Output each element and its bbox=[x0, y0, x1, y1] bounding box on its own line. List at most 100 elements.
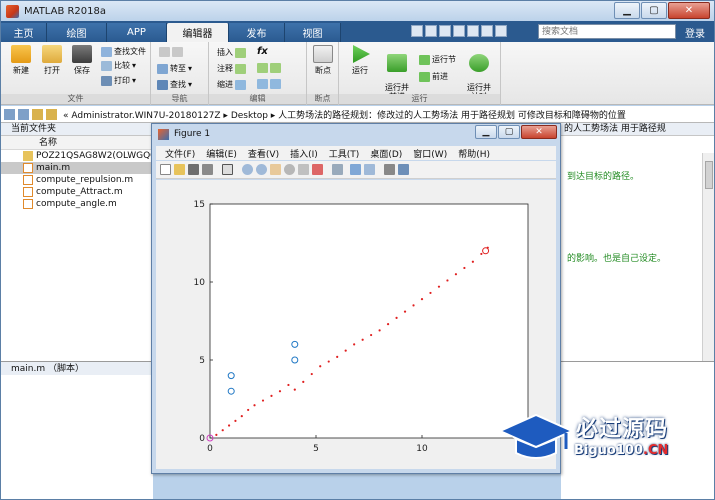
editor-scrollbar[interactable] bbox=[702, 153, 714, 361]
maximize-button[interactable]: ▢ bbox=[641, 2, 667, 19]
file-list-item[interactable]: compute_repulsion.m bbox=[1, 174, 152, 186]
code-comment-line[interactable]: 的影响。也是自己设定。 bbox=[567, 251, 666, 264]
menu-view[interactable]: 查看(V) bbox=[248, 147, 279, 160]
tab-apps[interactable]: APP bbox=[107, 23, 167, 42]
scrollbar-thumb[interactable] bbox=[705, 161, 713, 189]
find-icon bbox=[157, 79, 168, 90]
forward-arrow-icon[interactable] bbox=[18, 108, 29, 120]
file-list-item[interactable]: POZ21QSAG8W2(OLWGQC bbox=[1, 150, 156, 162]
smart-indent-button[interactable] bbox=[257, 79, 281, 89]
y-tick-label: 5 bbox=[199, 356, 205, 366]
menu-help[interactable]: 帮助(H) bbox=[458, 147, 490, 160]
uncomment-icon bbox=[270, 63, 281, 73]
menu-desktop[interactable]: 桌面(D) bbox=[370, 147, 402, 160]
folder-open-icon bbox=[42, 45, 62, 63]
up-folder-icon[interactable] bbox=[32, 108, 43, 120]
indent-button[interactable]: 缩进 bbox=[217, 79, 246, 90]
tab-plots[interactable]: 绘图 bbox=[47, 23, 107, 42]
show-plot-tools-icon[interactable] bbox=[398, 164, 409, 175]
find-button[interactable]: 查找 ▾ bbox=[157, 79, 192, 90]
zoom-out-icon[interactable] bbox=[256, 164, 267, 175]
zoom-in-icon[interactable] bbox=[242, 164, 253, 175]
advance-button[interactable]: 前进 bbox=[419, 71, 448, 82]
menu-tools[interactable]: 工具(T) bbox=[329, 147, 360, 160]
run-and-time-button[interactable]: 运行并 计时 bbox=[463, 45, 495, 101]
figure-close-button[interactable]: ✕ bbox=[521, 125, 557, 139]
print-figure-icon[interactable] bbox=[202, 164, 213, 175]
tab-home[interactable]: 主页 bbox=[1, 23, 47, 42]
rotate-3d-icon[interactable] bbox=[284, 164, 295, 175]
save-button[interactable]: 保存 bbox=[67, 45, 97, 76]
editor-tab[interactable]: 的人工势场法 用于路径规 bbox=[561, 123, 714, 136]
name-column-header[interactable]: 名称 bbox=[1, 136, 152, 150]
minimize-button[interactable]: ▁ bbox=[614, 2, 640, 19]
path-point bbox=[386, 323, 390, 326]
undo-icon[interactable] bbox=[467, 25, 479, 37]
file-list-item[interactable]: compute_angle.m bbox=[1, 198, 152, 210]
compare-button[interactable]: 比较 ▾ bbox=[101, 60, 136, 71]
new-figure-icon[interactable] bbox=[160, 164, 171, 175]
brush-icon[interactable] bbox=[312, 164, 323, 175]
open-button[interactable]: 打开 bbox=[37, 45, 67, 76]
figure-maximize-button[interactable]: ▢ bbox=[498, 125, 520, 139]
new-button[interactable]: 新建 bbox=[6, 45, 36, 76]
run-play-icon bbox=[353, 45, 370, 63]
fx-button[interactable]: fx bbox=[257, 46, 268, 57]
menu-file[interactable]: 文件(F) bbox=[165, 147, 195, 160]
run-button[interactable]: 运行 bbox=[345, 45, 375, 76]
open-file-icon[interactable] bbox=[174, 164, 185, 175]
new-file-icon bbox=[11, 45, 31, 63]
insert-button[interactable]: 插入 bbox=[217, 47, 246, 58]
percent-comment-button[interactable] bbox=[257, 63, 281, 73]
back-forward-buttons[interactable] bbox=[159, 47, 183, 57]
copy-icon[interactable] bbox=[439, 25, 451, 37]
edit-plot-arrow-icon[interactable] bbox=[222, 164, 233, 175]
path-point bbox=[437, 285, 441, 288]
menu-edit[interactable]: 编辑(E) bbox=[206, 147, 237, 160]
folder-path[interactable]: « Administrator.WIN7U-20180127Z ▸ Deskto… bbox=[63, 108, 626, 121]
menu-window[interactable]: 窗口(W) bbox=[413, 147, 447, 160]
path-point bbox=[234, 419, 237, 422]
close-button[interactable]: ✕ bbox=[668, 2, 710, 19]
code-comment-line[interactable]: 到达目标的路径。 bbox=[567, 169, 639, 182]
tab-publish[interactable]: 发布 bbox=[229, 23, 285, 42]
file-list-item[interactable]: main.m bbox=[1, 162, 152, 174]
breakpoints-button[interactable]: 断点 bbox=[308, 45, 338, 76]
file-list-item[interactable]: compute_Attract.m bbox=[1, 186, 152, 198]
figure-minimize-button[interactable]: ▁ bbox=[475, 125, 497, 139]
pan-hand-icon[interactable] bbox=[270, 164, 281, 175]
figure-icon bbox=[158, 128, 169, 140]
hide-plot-tools-icon[interactable] bbox=[384, 164, 395, 175]
link-plot-icon[interactable] bbox=[332, 164, 343, 175]
login-link[interactable]: 登录 bbox=[685, 25, 705, 40]
navigate-group-label: 导航 bbox=[151, 94, 208, 104]
run-and-advance-button[interactable]: 运行并 前进 bbox=[381, 45, 413, 101]
navigate-group: 转至 ▾ 查找 ▾ 导航 bbox=[151, 42, 209, 105]
help-icon[interactable] bbox=[495, 25, 507, 37]
tab-editor[interactable]: 编辑器 bbox=[167, 23, 229, 42]
figure-menu-bar: 文件(F) 编辑(E) 查看(V) 插入(I) 工具(T) 桌面(D) 窗口(W… bbox=[156, 146, 556, 160]
axes-box[interactable] bbox=[209, 203, 529, 439]
run-section-button[interactable]: 运行节 bbox=[419, 54, 456, 65]
search-documentation-input[interactable] bbox=[538, 24, 676, 39]
y-tick-label: 15 bbox=[194, 200, 205, 210]
save-figure-icon[interactable] bbox=[188, 164, 199, 175]
find-files-button[interactable]: 查找文件 bbox=[101, 46, 146, 57]
tab-view[interactable]: 视图 bbox=[285, 23, 341, 42]
browse-folder-icon[interactable] bbox=[46, 108, 57, 120]
cut-icon[interactable] bbox=[425, 25, 437, 37]
insert-legend-icon[interactable] bbox=[364, 164, 375, 175]
data-cursor-icon[interactable] bbox=[298, 164, 309, 175]
path-point bbox=[240, 415, 243, 418]
insert-colorbar-icon[interactable] bbox=[350, 164, 361, 175]
goto-button[interactable]: 转至 ▾ bbox=[157, 63, 192, 74]
back-arrow-icon[interactable] bbox=[4, 108, 15, 120]
redo-icon[interactable] bbox=[481, 25, 493, 37]
paste-icon[interactable] bbox=[453, 25, 465, 37]
path-point bbox=[378, 329, 381, 332]
save-icon[interactable] bbox=[411, 25, 423, 37]
menu-insert[interactable]: 插入(I) bbox=[290, 147, 318, 160]
print-button[interactable]: 打印 ▾ bbox=[101, 75, 136, 86]
x-tick-label: 10 bbox=[416, 444, 428, 454]
comment-button[interactable]: 注释 bbox=[217, 63, 246, 74]
